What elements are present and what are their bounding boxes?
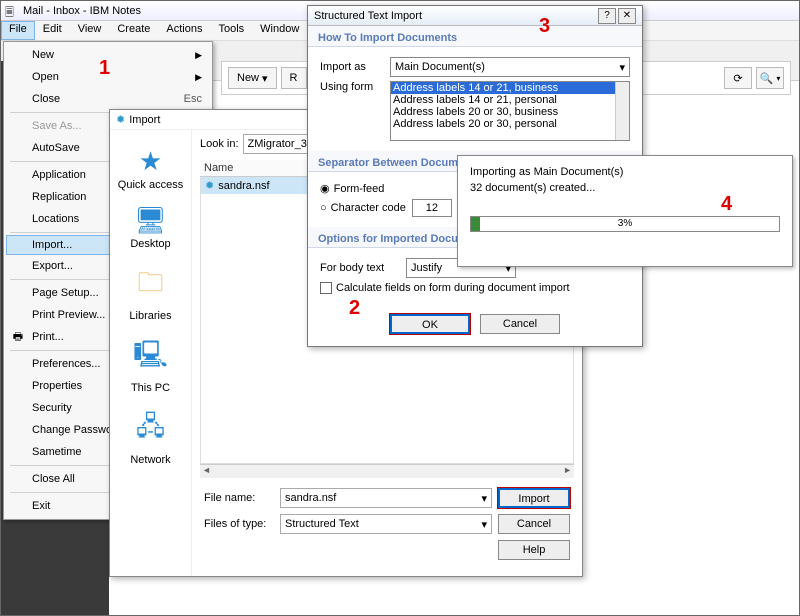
star-icon: ★ xyxy=(116,146,186,177)
usingform-label: Using form xyxy=(320,81,384,93)
file-name: sandra.nsf xyxy=(218,180,269,192)
progress-popup: Importing as Main Document(s) 32 documen… xyxy=(457,155,793,267)
window-title: Mail - Inbox - IBM Notes xyxy=(23,5,141,17)
vertical-scrollbar[interactable] xyxy=(615,82,629,140)
desktop-icon: 🖥 xyxy=(116,205,186,236)
place-thispc[interactable]: 🖳This PC xyxy=(116,332,186,398)
form-option[interactable]: Address labels 14 or 21, personal xyxy=(391,94,629,106)
annotation-1: 1 xyxy=(99,57,110,80)
cancel-button[interactable]: Cancel xyxy=(498,514,570,534)
filename-label: File name: xyxy=(204,492,274,504)
menu-edit[interactable]: Edit xyxy=(35,21,70,40)
place-quickaccess[interactable]: ★Quick access xyxy=(116,142,186,195)
form-option[interactable]: Address labels 14 or 21, business xyxy=(391,82,629,94)
place-network[interactable]: 🖧Network xyxy=(116,404,186,470)
charcode-radio[interactable]: ○Character code xyxy=(320,202,406,214)
shortcut-label: Esc xyxy=(184,93,202,105)
submenu-arrow-icon: ▶ xyxy=(195,50,202,61)
menu-window[interactable]: Window xyxy=(252,21,307,40)
bodytext-label: For body text xyxy=(320,262,400,274)
computer-icon: 🖳 xyxy=(116,336,186,380)
importas-label: Import as xyxy=(320,61,384,73)
refresh-button[interactable]: ⟳ xyxy=(724,67,752,89)
importas-select[interactable]: Main Document(s)▾ xyxy=(390,57,630,77)
annotation-4: 4 xyxy=(721,193,732,216)
usingform-listbox[interactable]: Address labels 14 or 21, business Addres… xyxy=(390,81,630,141)
radio-unchecked-icon: ○ xyxy=(320,202,327,214)
place-desktop[interactable]: 🖥Desktop xyxy=(116,201,186,254)
filetype-label: Files of type: xyxy=(204,518,274,530)
import-button[interactable]: Import xyxy=(498,488,570,508)
form-option[interactable]: Address labels 20 or 30, business xyxy=(391,106,629,118)
radio-checked-icon: ◉ xyxy=(320,182,330,195)
annotation-2: 2 xyxy=(349,297,360,320)
places-bar: ★Quick access 🖥Desktop 🗀Libraries 🖳This … xyxy=(110,130,192,576)
formfeed-radio[interactable]: ◉Form-feed xyxy=(320,182,384,195)
checkbox-unchecked-icon xyxy=(320,282,332,294)
chevron-down-icon: ▾ xyxy=(481,492,487,505)
file-icon: ✹ xyxy=(205,179,214,192)
progress-line1: Importing as Main Document(s) xyxy=(470,166,780,178)
import-dialog-title: Import xyxy=(129,114,160,126)
charcode-field[interactable] xyxy=(412,199,452,217)
printer-icon: 🖶 xyxy=(10,328,26,347)
dialog-icon: ✹ xyxy=(116,113,125,126)
place-libraries[interactable]: 🗀Libraries xyxy=(116,260,186,326)
cancel-button[interactable]: Cancel xyxy=(480,314,560,334)
menu-create[interactable]: Create xyxy=(109,21,158,40)
menu-file[interactable]: File xyxy=(1,21,35,40)
calculate-checkbox[interactable]: Calculate fields on form during document… xyxy=(320,282,570,294)
network-icon: 🖧 xyxy=(116,408,186,452)
refresh-icon: ⟳ xyxy=(733,72,742,85)
folder-icon: 🗀 xyxy=(116,264,186,308)
filename-field[interactable]: sandra.nsf▾ xyxy=(280,488,492,508)
menu-actions[interactable]: Actions xyxy=(158,21,210,40)
search-button[interactable]: 🔍▾ xyxy=(756,67,784,89)
menu-tools[interactable]: Tools xyxy=(210,21,252,40)
progress-line2: 32 document(s) created... xyxy=(470,182,780,194)
chevron-down-icon: ▾ xyxy=(481,518,487,531)
struct-dialog-title: Structured Text Import xyxy=(314,10,422,22)
search-icon: 🔍 xyxy=(760,72,774,85)
menu-view[interactable]: View xyxy=(70,21,110,40)
annotation-3: 3 xyxy=(539,15,550,38)
submenu-arrow-icon: ▶ xyxy=(195,72,202,83)
form-option[interactable]: Address labels 20 or 30, personal xyxy=(391,118,629,130)
section-how-header: How To Import Documents xyxy=(308,26,642,47)
new-mail-button[interactable]: New▾ xyxy=(228,67,277,89)
help-button[interactable]: Help xyxy=(498,540,570,560)
horizontal-scrollbar[interactable] xyxy=(200,464,574,478)
chevron-down-icon: ▾ xyxy=(776,74,780,83)
lookin-label: Look in: xyxy=(200,138,239,150)
chevron-down-icon: ▾ xyxy=(619,61,625,74)
progress-percent: 3% xyxy=(470,218,780,229)
app-icon: 🗏 xyxy=(5,4,19,18)
help-icon[interactable]: ? xyxy=(598,8,616,24)
chevron-down-icon: ▾ xyxy=(262,72,268,85)
reply-button[interactable]: R xyxy=(281,67,307,89)
close-icon[interactable]: ✕ xyxy=(618,8,636,24)
ok-button[interactable]: OK xyxy=(390,314,470,334)
filetype-field[interactable]: Structured Text▾ xyxy=(280,514,492,534)
menu-item-close[interactable]: CloseEsc xyxy=(6,88,210,110)
